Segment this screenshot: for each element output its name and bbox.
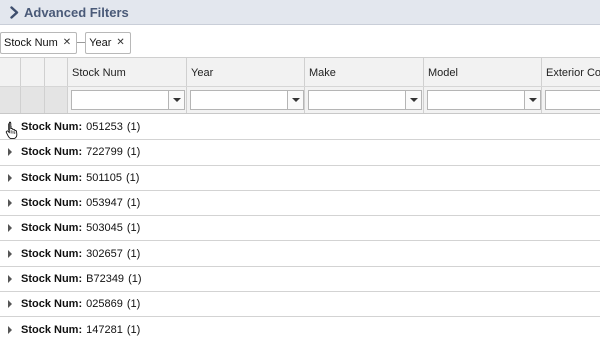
group-row[interactable]: Stock Num: 501105 (1) xyxy=(0,165,600,191)
header-util-cell xyxy=(0,58,21,86)
model-filter-input[interactable] xyxy=(427,90,525,110)
group-row[interactable]: Stock Num: 053947 (1) xyxy=(0,190,600,217)
triangle-right-icon[interactable] xyxy=(0,317,20,338)
column-header-model[interactable]: Model xyxy=(424,58,542,86)
group-row-label: Stock Num: xyxy=(21,272,83,285)
chip-connector xyxy=(77,42,86,43)
group-row-label: Stock Num: xyxy=(21,222,83,235)
filter-util-cell xyxy=(45,87,68,113)
group-row-count: (1) xyxy=(126,323,141,336)
group-row-label: Stock Num: xyxy=(21,247,83,260)
caret-down-icon xyxy=(409,98,418,102)
caret-down-icon xyxy=(528,98,537,102)
group-row-count: (1) xyxy=(128,272,142,285)
group-row-label: Stock Num: xyxy=(21,298,83,311)
group-row[interactable]: Stock Num: 302657 (1) xyxy=(0,241,600,267)
filter-cell-model xyxy=(424,87,542,113)
group-row-value: 302657 xyxy=(86,247,123,260)
triangle-right-icon[interactable] xyxy=(0,267,20,291)
group-row-label: Stock Num: xyxy=(21,323,83,336)
make-filter-dropdown[interactable] xyxy=(406,90,422,110)
filter-util-cell xyxy=(0,87,21,113)
triangle-right-icon[interactable] xyxy=(0,166,20,190)
triangle-right-icon[interactable] xyxy=(0,216,20,240)
group-row-value: 503045 xyxy=(86,222,123,235)
group-row-count: (1) xyxy=(126,247,141,260)
group-row[interactable]: Stock Num: 025869 (1) xyxy=(0,292,600,318)
grid-filter-row xyxy=(0,87,600,114)
exterior-color-filter-input[interactable] xyxy=(545,90,600,110)
group-row-value: 053947 xyxy=(86,197,123,210)
column-header-make[interactable]: Make xyxy=(305,58,424,86)
group-row-value: 147281 xyxy=(86,323,123,336)
year-filter-input[interactable] xyxy=(190,90,288,110)
group-row-value: 501105 xyxy=(86,171,123,184)
group-row[interactable]: Stock Num: 147281 (1) xyxy=(0,317,600,338)
group-row-count: (1) xyxy=(126,146,141,159)
model-filter-dropdown[interactable] xyxy=(525,90,541,110)
group-row-label: Stock Num: xyxy=(21,146,83,159)
group-row[interactable]: Stock Num: 722799 (1) xyxy=(0,140,600,166)
grid-body: Stock Num: 051253 (1) Stock Num: 722799 … xyxy=(0,115,600,338)
group-row-label: Stock Num: xyxy=(21,171,83,184)
group-chip-stock-num[interactable]: Stock Num ✕ xyxy=(0,31,78,54)
group-row-value: 025869 xyxy=(86,298,123,311)
hand-pointer-icon xyxy=(5,121,19,139)
group-row-label: Stock Num: xyxy=(21,197,83,210)
filter-cell-exterior-color xyxy=(542,87,600,113)
triangle-right-icon[interactable] xyxy=(0,191,20,215)
header-util-cell xyxy=(45,58,68,86)
filter-cell-make xyxy=(305,87,424,113)
group-chip-label: Year xyxy=(89,36,112,49)
filter-cell-year xyxy=(187,87,305,113)
group-row-count: (1) xyxy=(126,121,141,134)
caret-down-icon xyxy=(291,98,300,102)
group-row[interactable]: Stock Num: 503045 (1) xyxy=(0,216,600,242)
stock-num-filter-input[interactable] xyxy=(71,90,169,110)
triangle-right-icon[interactable] xyxy=(0,292,20,316)
close-icon[interactable]: ✕ xyxy=(116,37,124,48)
group-row-value: 051253 xyxy=(86,121,123,134)
close-icon[interactable]: ✕ xyxy=(63,37,71,48)
group-row-value: B72349 xyxy=(86,272,125,285)
column-header-stock-num[interactable]: Stock Num xyxy=(68,58,187,86)
filter-cell-stock-num xyxy=(68,87,187,113)
grid-header-row: Stock Num Year Make Model Exterior Col xyxy=(0,57,600,87)
group-row-count: (1) xyxy=(126,222,141,235)
column-header-year[interactable]: Year xyxy=(187,58,305,86)
advanced-filters-bar[interactable]: Advanced Filters xyxy=(0,0,600,25)
header-util-cell xyxy=(21,58,45,86)
group-row-count: (1) xyxy=(126,298,141,311)
group-row-label: Stock Num: xyxy=(21,121,83,134)
caret-down-icon xyxy=(172,98,181,102)
group-row[interactable]: Stock Num: B72349 (1) xyxy=(0,266,600,293)
year-filter-dropdown[interactable] xyxy=(288,90,304,110)
triangle-right-icon[interactable] xyxy=(0,241,20,265)
group-row-count: (1) xyxy=(126,171,140,184)
triangle-right-icon[interactable] xyxy=(0,140,20,164)
filter-util-cell xyxy=(21,87,45,113)
group-chip-label: Stock Num xyxy=(4,36,58,49)
column-header-exterior-color[interactable]: Exterior Col xyxy=(542,58,600,86)
group-by-panel: Stock Num ✕ Year ✕ xyxy=(0,28,600,57)
group-row[interactable]: Stock Num: 051253 (1) xyxy=(0,115,600,141)
stock-num-filter-dropdown[interactable] xyxy=(169,90,185,110)
chevron-right-icon[interactable] xyxy=(10,5,20,19)
advanced-filters-title[interactable]: Advanced Filters xyxy=(24,5,129,20)
make-filter-input[interactable] xyxy=(308,90,406,110)
group-row-value: 722799 xyxy=(86,146,123,159)
group-chip-year[interactable]: Year ✕ xyxy=(85,31,131,54)
group-row-count: (1) xyxy=(126,197,141,210)
